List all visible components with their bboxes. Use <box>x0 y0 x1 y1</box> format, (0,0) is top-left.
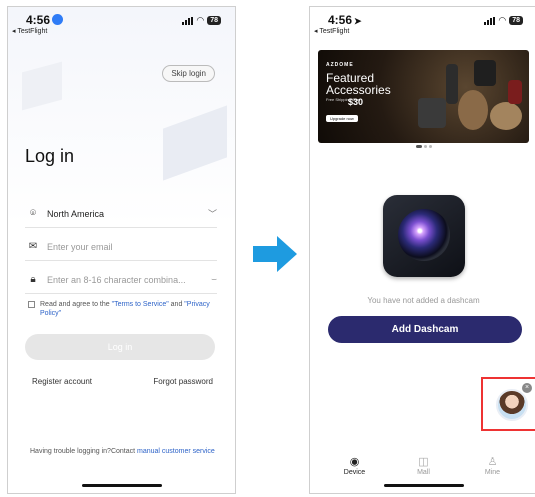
status-time: 4:56 <box>26 13 64 27</box>
person-icon: ♙ <box>487 456 498 468</box>
product-image <box>474 60 496 86</box>
tab-mine[interactable]: ♙ Mine <box>468 455 518 476</box>
promo-banner[interactable]: AZDOME Featured Accessories Free Shipping… <box>318 50 529 143</box>
tab-mall[interactable]: ◫ Mall <box>399 455 449 476</box>
add-dashcam-button[interactable]: Add Dashcam <box>328 316 522 343</box>
status-bar: 4:56 ➤ ◂ TestFlight ◠ 78 <box>310 7 535 37</box>
close-icon[interactable]: × <box>522 383 532 393</box>
shopping-bag-icon: ◫ <box>418 456 429 468</box>
banner-title: Featured Accessories <box>326 71 391 97</box>
password-field[interactable]: 🔒︎ Enter an 8-16 character combina... ⌣ <box>25 266 217 294</box>
help-text: Having trouble logging in?Contact manual… <box>30 448 215 455</box>
skip-login-button[interactable]: Skip login <box>162 65 215 82</box>
battery-icon: 78 <box>509 16 523 25</box>
battery-icon: 78 <box>207 16 221 25</box>
product-image <box>446 64 458 104</box>
home-indicator <box>81 484 162 487</box>
banner-cta-button[interactable]: Upgrade now <box>326 115 358 122</box>
agreement: Read and agree to the "Terms to Service"… <box>28 300 218 318</box>
eye-hidden-icon[interactable]: ⌣ <box>211 274 217 285</box>
login-button[interactable]: Log in <box>25 334 215 360</box>
decorative-cube <box>22 61 62 111</box>
forgot-password-link[interactable]: Forgot password <box>153 377 213 386</box>
status-bar: 4:56 ◂ TestFlight ◠ 78 <box>8 7 235 37</box>
region-value: North America <box>47 208 105 219</box>
product-image <box>490 102 522 130</box>
record-icon: ◉ <box>349 456 360 468</box>
brand-logo: AZDOME <box>326 62 354 68</box>
support-assistant-highlight: × <box>481 377 535 431</box>
mail-icon: ✉ <box>28 241 38 252</box>
signal-icon <box>182 16 194 25</box>
wifi-icon: ◠ <box>498 15 507 25</box>
device-screen: 4:56 ➤ ◂ TestFlight ◠ 78 AZDOME Featured A… <box>309 6 535 494</box>
product-image <box>458 90 488 130</box>
bottom-tab-bar: ◉ Device ◫ Mall ♙ Mine <box>310 455 535 476</box>
lock-icon: 🔒︎ <box>30 274 36 285</box>
chevron-down-icon: ﹀ <box>207 209 217 219</box>
home-indicator <box>383 484 464 487</box>
page-title: Log in <box>25 146 75 166</box>
product-image <box>418 98 446 128</box>
customer-service-link[interactable]: manual customer service <box>137 448 215 455</box>
status-time: 4:56 ➤ <box>328 13 362 27</box>
support-avatar[interactable] <box>496 389 528 421</box>
email-placeholder: Enter your email <box>47 241 113 252</box>
product-image <box>508 80 522 104</box>
system-icons: ◠ 78 <box>484 15 523 26</box>
tab-device[interactable]: ◉ Device <box>330 455 380 476</box>
signal-icon <box>484 16 496 25</box>
back-to-testflight[interactable]: ◂ TestFlight <box>314 27 349 35</box>
register-account-link[interactable]: Register account <box>32 377 92 386</box>
login-screen: 4:56 ◂ TestFlight ◠ 78 Skip login Log in… <box>7 6 236 494</box>
empty-state-message: You have not added a dashcam <box>367 296 480 305</box>
agreement-text: Read and agree to the "Terms to Service"… <box>40 301 210 317</box>
decorative-cube <box>163 105 227 181</box>
agree-checkbox[interactable] <box>28 301 35 308</box>
password-placeholder: Enter an 8-16 character combina... <box>47 274 186 285</box>
terms-link[interactable]: "Terms to Service" <box>112 301 169 308</box>
banner-price: $30 <box>348 97 364 107</box>
arrow-right-icon <box>253 236 297 272</box>
location-pin-icon: ⌾ <box>30 208 36 219</box>
location-arrow-icon: ➤ <box>354 16 362 26</box>
email-field[interactable]: ✉ Enter your email <box>25 233 217 261</box>
system-icons: ◠ 78 <box>182 15 221 26</box>
wifi-icon: ◠ <box>196 15 205 25</box>
back-to-testflight[interactable]: ◂ TestFlight <box>12 27 47 35</box>
location-badge-icon <box>52 14 64 25</box>
region-selector[interactable]: ⌾ North America ﹀ <box>25 200 217 228</box>
dashcam-icon <box>383 195 465 277</box>
banner-pagination <box>310 145 535 148</box>
